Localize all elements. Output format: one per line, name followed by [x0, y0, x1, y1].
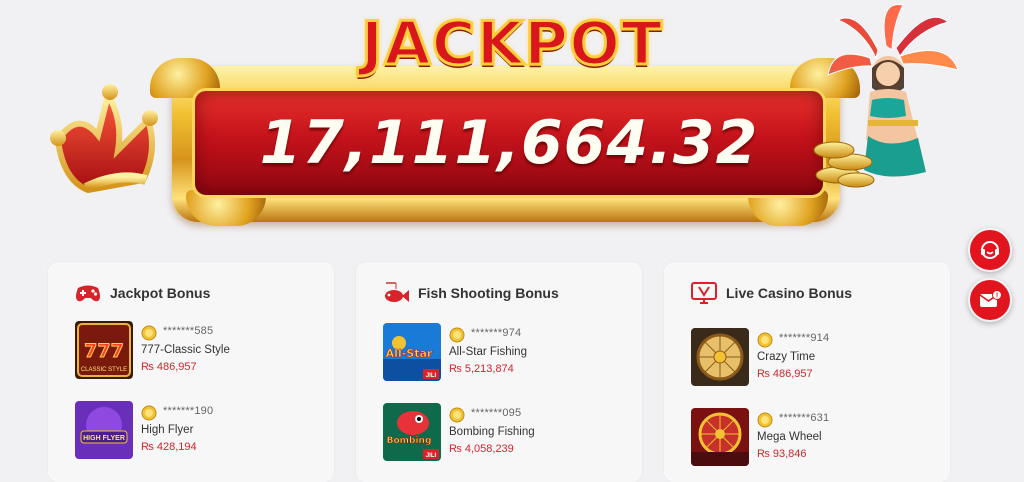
masked-username: *******585 — [163, 325, 214, 337]
masked-username: *******190 — [163, 405, 214, 417]
masked-username: *******095 — [471, 407, 522, 419]
gold-medal-icon — [141, 405, 157, 421]
card-header: Jackpot Bonus — [74, 280, 210, 306]
list-item[interactable]: *******914 Crazy Time ₨ 486,957 — [691, 328, 941, 386]
win-amount: ₨ 4,058,239 — [449, 443, 514, 455]
card-header: Fish Shooting Bonus — [382, 280, 559, 306]
live-casino-icon — [690, 280, 718, 306]
thumb-label: Bombing — [387, 436, 432, 446]
gold-medal-icon — [141, 325, 157, 341]
game-thumbnail[interactable] — [691, 328, 749, 386]
game-thumbnail[interactable]: HIGH FLYER — [75, 401, 133, 459]
list-item[interactable]: All-Star JILI *******974 All-Star Fishin… — [383, 323, 633, 381]
win-amount: ₨ 428,194 — [141, 441, 197, 453]
game-thumbnail[interactable]: Bombing JILI — [383, 403, 441, 461]
jackpot-bonus-card: Jackpot Bonus 777 CLASSIC STYLE *******5… — [48, 262, 334, 482]
gold-medal-icon — [757, 332, 773, 348]
list-item[interactable]: Bombing JILI *******095 Bombing Fishing … — [383, 403, 633, 461]
game-thumbnail[interactable]: All-Star JILI — [383, 323, 441, 381]
game-name: Mega Wheel — [757, 431, 822, 443]
thumb-label: All-Star — [386, 347, 433, 360]
fish-icon — [382, 280, 410, 306]
customer-support-button[interactable] — [968, 228, 1012, 272]
jackpot-amount-panel: 17,111,664.32 — [192, 88, 826, 198]
card-header: Live Casino Bonus — [690, 280, 852, 306]
fish-shooting-bonus-card: Fish Shooting Bonus All-Star JILI ******… — [356, 262, 642, 482]
live-casino-bonus-card: Live Casino Bonus *******914 Crazy Time … — [664, 262, 950, 482]
thumb-sublabel: JILI — [426, 453, 437, 459]
game-name: High Flyer — [141, 424, 194, 436]
gold-medal-icon — [757, 412, 773, 428]
gold-medal-icon — [449, 407, 465, 423]
list-item[interactable]: HIGH FLYER *******190 High Flyer ₨ 428,1… — [75, 401, 325, 459]
list-item[interactable]: *******631 Mega Wheel ₨ 93,846 — [691, 408, 941, 466]
win-amount: ₨ 486,957 — [757, 368, 813, 380]
win-amount: ₨ 5,213,874 — [449, 363, 514, 375]
gamepad-icon — [74, 280, 102, 306]
game-thumbnail[interactable]: 777 CLASSIC STYLE — [75, 321, 133, 379]
mail-icon: ! — [979, 290, 1002, 307]
thumb-sublabel: JILI — [426, 373, 437, 379]
jackpot-title: JACKPOT — [359, 8, 664, 81]
jackpot-amount: 17,111,664.32 — [259, 108, 759, 178]
win-amount: ₨ 93,846 — [757, 448, 807, 460]
thumb-label: HIGH FLYER — [83, 435, 125, 442]
game-name: Crazy Time — [757, 351, 816, 363]
jester-crown-icon — [50, 84, 158, 194]
warrior-character-image — [813, 4, 959, 188]
messages-button[interactable]: ! — [968, 278, 1012, 322]
jackpot-banner: 17,111,664.32 JACKPOT — [0, 0, 1024, 240]
game-thumbnail[interactable] — [691, 408, 749, 466]
headset-icon — [981, 241, 999, 259]
card-title: Fish Shooting Bonus — [418, 285, 559, 301]
game-name: All-Star Fishing — [449, 346, 527, 358]
list-item[interactable]: 777 CLASSIC STYLE *******585 777-Classic… — [75, 321, 325, 379]
game-name: Bombing Fishing — [449, 426, 535, 438]
masked-username: *******631 — [779, 412, 830, 424]
thumb-sublabel: CLASSIC STYLE — [81, 367, 127, 373]
masked-username: *******974 — [471, 327, 522, 339]
card-title: Jackpot Bonus — [110, 285, 211, 301]
svg-text:!: ! — [996, 293, 998, 300]
card-title: Live Casino Bonus — [726, 285, 853, 301]
game-name: 777-Classic Style — [141, 344, 230, 356]
thumb-label: 777 — [84, 340, 124, 362]
win-amount: ₨ 486,957 — [141, 361, 197, 373]
gold-medal-icon — [449, 327, 465, 343]
masked-username: *******914 — [779, 332, 830, 344]
